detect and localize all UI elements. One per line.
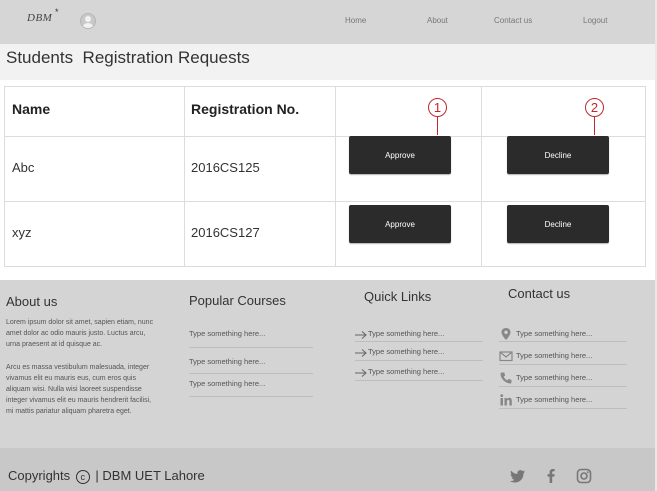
page-title: Students Registration Requests [6,48,250,67]
about-us-heading: About us [6,294,58,309]
instagram-icon[interactable] [576,468,592,484]
approve-button[interactable]: Approve [349,136,451,174]
column-header-registration-no: Registration No. [191,101,300,117]
copyright-owner: | DBM UET Lahore [95,468,205,483]
logo[interactable]: DBM [27,12,52,24]
quick-links-heading: Quick Links [364,289,432,304]
contact-us-heading: Contact us [508,286,571,301]
contact-email: Type something here... [516,351,593,360]
decline-button[interactable]: Decline [507,136,609,174]
copyright-text: Copyrights c | DBM UET Lahore [8,468,205,484]
row-2-name: xyz [12,225,32,240]
phone-icon [500,372,512,384]
row-1-registration-no: 2016CS125 [191,160,260,175]
linkedin-icon[interactable] [499,393,513,407]
quick-link[interactable]: Type something here... [368,367,444,376]
registration-requests-table: Name Registration No. Abc 2016CS125 Appr… [4,86,646,267]
annotation-marker-1: 1 [428,98,447,117]
about-us-paragraph-2: Arcu es massa vestibulum malesuada, inte… [6,364,152,415]
twitter-icon[interactable] [510,468,526,484]
popular-course-link[interactable]: Type something here... [189,379,265,388]
arrow-right-icon [355,331,367,339]
arrow-right-icon [355,369,367,377]
facebook-icon[interactable] [543,468,559,484]
copyright-icon: c [75,469,90,484]
popular-courses-heading: Popular Courses [189,293,286,308]
row-2-registration-no: 2016CS127 [191,225,260,240]
quick-link[interactable]: Type something here... [368,347,444,356]
nav-contact-link[interactable]: Contact us [494,16,532,25]
mail-icon [499,351,513,362]
nav-home-link[interactable]: Home [345,16,366,25]
nav-about-link[interactable]: About [427,16,448,25]
contact-linkedin: Type something here... [516,395,593,404]
location-icon [501,328,511,340]
decline-button[interactable]: Decline [507,205,609,243]
arrow-right-icon [355,349,367,357]
logo-star-icon: * [55,7,59,17]
annotation-marker-2: 2 [585,98,604,117]
row-1-name: Abc [12,160,35,175]
nav-logout-link[interactable]: Logout [583,16,607,25]
copyright-label: Copyrights [8,468,71,483]
user-avatar-icon[interactable] [80,13,96,29]
column-header-name: Name [12,101,51,117]
contact-address: Type something here... [516,329,593,338]
top-navbar [0,0,657,44]
contact-phone: Type something here... [516,373,593,382]
popular-course-link[interactable]: Type something here... [189,329,265,338]
approve-button[interactable]: Approve [349,205,451,243]
about-us-paragraph-1: Lorem ipsum dolor sit amet, sapien etiam… [6,319,154,348]
quick-link[interactable]: Type something here... [368,329,444,338]
popular-course-link[interactable]: Type something here... [189,357,265,366]
